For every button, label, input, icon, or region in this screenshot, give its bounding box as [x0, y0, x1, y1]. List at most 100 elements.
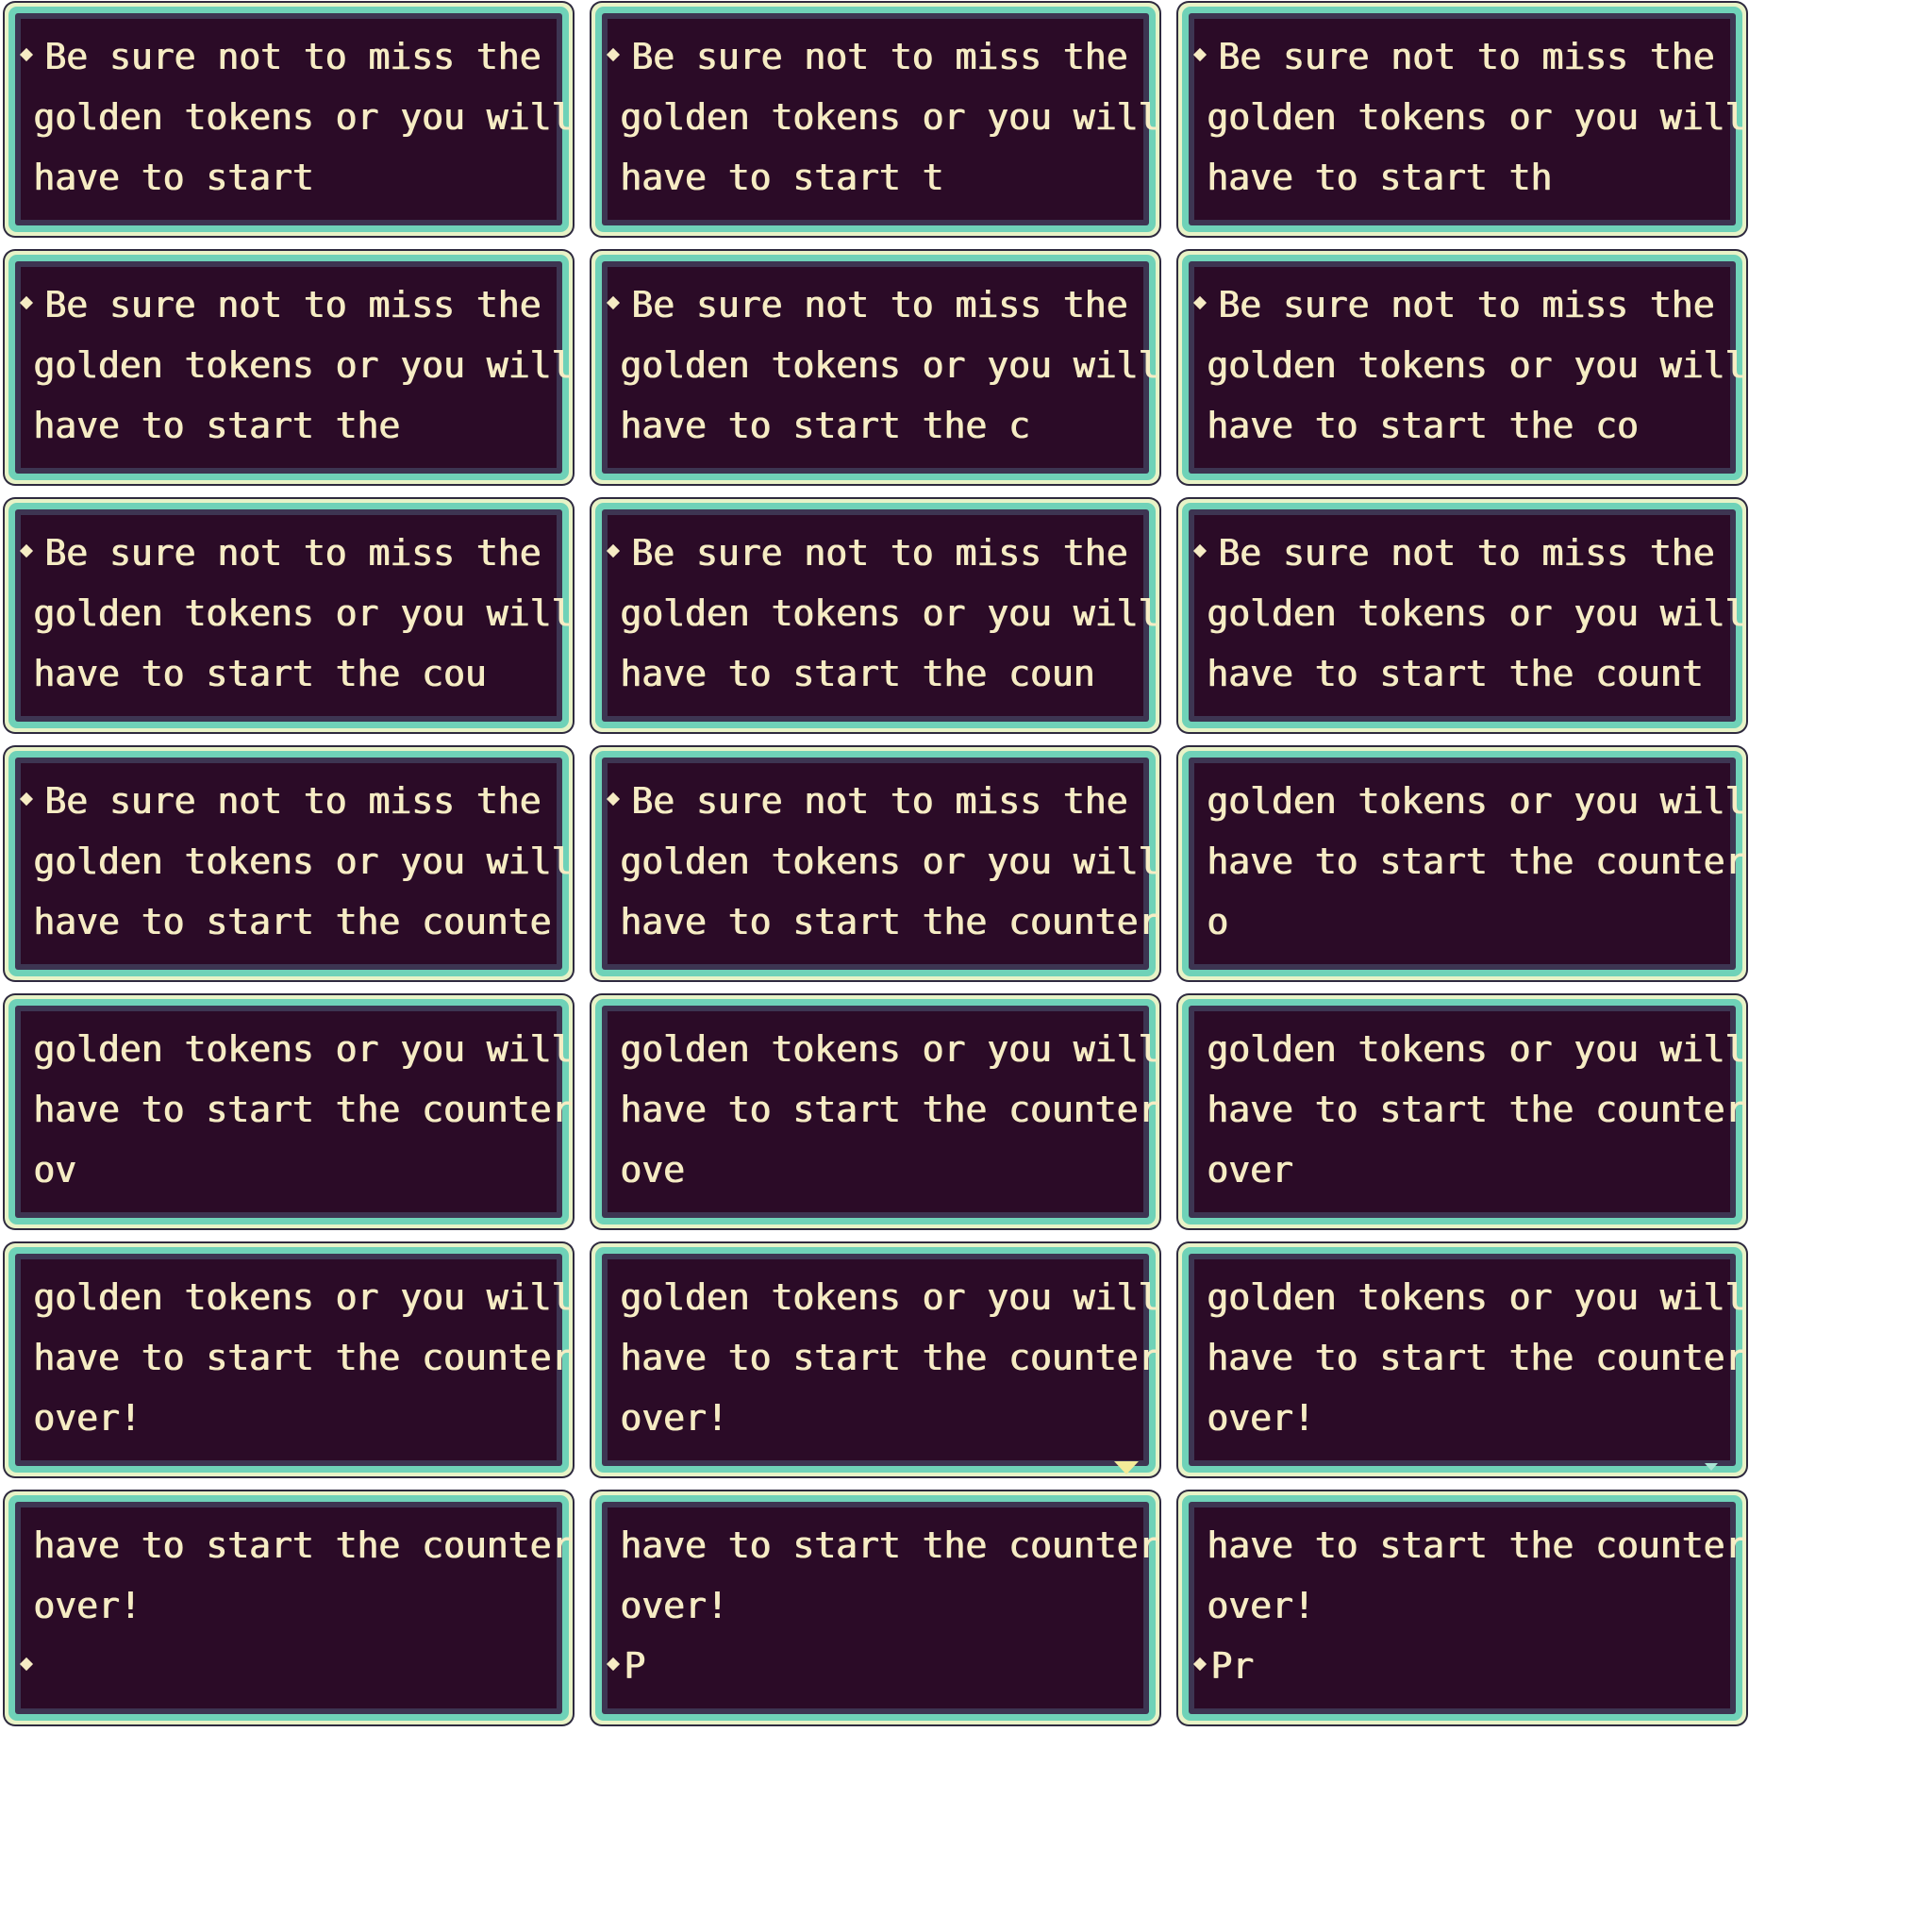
dialogue-text: golden tokens or you will	[620, 1028, 1159, 1070]
dialogue-text: have to start the coun	[620, 653, 1095, 694]
dialogue-text: Be sure not to miss the	[44, 780, 541, 822]
dialogue-text: golden tokens or you will	[620, 841, 1159, 882]
dialogue-box: have to start the counter over!	[5, 1491, 573, 1724]
dialogue-text: golden tokens or you will	[1207, 780, 1746, 822]
dialogue-text: golden tokens or you will	[33, 96, 573, 138]
dialogue-text: golden tokens or you will	[1207, 96, 1746, 138]
dialogue-line-1: Be sure not to miss the	[1192, 284, 1715, 325]
dialogue-box: golden tokens or you will have to start t…	[591, 1243, 1159, 1476]
dialogue-line-2: golden tokens or you will	[620, 595, 1159, 631]
dialogue-box: Be sure not to miss the golden tokens or …	[591, 251, 1159, 484]
dialogue-frame-sheet: Be sure not to miss the golden tokens or …	[0, 0, 1746, 1724]
dialogue-line-1: Be sure not to miss the	[19, 535, 541, 571]
dialogue-line-2: golden tokens or you will	[620, 347, 1159, 383]
dialogue-line-2: golden tokens or you will	[620, 99, 1159, 135]
dialogue-text: over!	[33, 1397, 142, 1439]
diamond-bullet-icon	[19, 47, 34, 61]
dialogue-box: have to start the counter over! P	[591, 1491, 1159, 1724]
dialogue-text: have to start the cou	[33, 653, 487, 694]
dialogue-line-1: golden tokens or you will	[620, 1031, 1159, 1067]
dialogue-line-2: have to start the counter	[1207, 843, 1746, 879]
diamond-bullet-icon	[1192, 295, 1208, 309]
dialogue-text: have to start	[33, 157, 314, 198]
dialogue-text: golden tokens or you will	[33, 1028, 573, 1070]
dialogue-line-2: golden tokens or you will	[33, 347, 573, 383]
dialogue-text: have to start the counter	[33, 1524, 573, 1566]
dialogue-line-1: Be sure not to miss the	[19, 36, 541, 77]
dialogue-text: Be sure not to miss the	[44, 36, 541, 77]
dialogue-text: golden tokens or you will	[1207, 1276, 1746, 1318]
dialogue-text: golden tokens or you will	[1207, 592, 1746, 634]
dialogue-box: golden tokens or you will have to start t…	[591, 995, 1159, 1228]
dialogue-line-1: Be sure not to miss the	[1192, 36, 1715, 77]
dialogue-line-1: Be sure not to miss the	[606, 532, 1128, 574]
dialogue-text: have to start the c	[620, 405, 1030, 446]
dialogue-text: golden tokens or you will	[620, 344, 1159, 386]
dialogue-line-1: golden tokens or you will	[1207, 1279, 1746, 1315]
dialogue-text: Be sure not to miss the	[1218, 36, 1715, 77]
dialogue-line-3: have to start the c	[620, 408, 1030, 443]
dialogue-line-3: o	[1207, 904, 1228, 940]
dialogue-line-3: over!	[1207, 1400, 1314, 1436]
dialogue-line-1: golden tokens or you will	[1207, 1031, 1746, 1067]
dialogue-line-3: have to start the cou	[33, 656, 486, 691]
advance-arrow-icon[interactable]	[1705, 1463, 1718, 1471]
dialogue-text: have to start th	[1207, 157, 1553, 198]
dialogue-line-2: have to start the counter	[33, 1091, 573, 1127]
diamond-bullet-icon	[19, 295, 34, 309]
dialogue-box: Be sure not to miss the golden tokens or …	[5, 499, 573, 732]
diamond-bullet-icon	[1192, 47, 1208, 61]
dialogue-text: golden tokens or you will	[620, 1276, 1159, 1318]
dialogue-text: Be sure not to miss the	[631, 532, 1128, 574]
dialogue-line-3: have to start the counter	[620, 904, 1159, 940]
dialogue-line-3: have to start the co	[1207, 408, 1639, 443]
dialogue-text: over!	[620, 1397, 728, 1439]
dialogue-line-2: over!	[1207, 1588, 1314, 1624]
dialogue-line-2: have to start the counter	[1207, 1340, 1746, 1375]
dialogue-text: Be sure not to miss the	[44, 284, 541, 325]
dialogue-line-2: golden tokens or you will	[1207, 99, 1746, 135]
diamond-bullet-icon	[606, 791, 621, 806]
dialogue-text: have to start the counter	[1207, 1524, 1746, 1566]
dialogue-line-2: golden tokens or you will	[620, 843, 1159, 879]
dialogue-text: golden tokens or you will	[33, 841, 573, 882]
dialogue-box: Be sure not to miss the golden tokens or …	[1178, 3, 1746, 236]
dialogue-box: Be sure not to miss the golden tokens or …	[1178, 251, 1746, 484]
dialogue-line-3: have to start	[33, 159, 313, 195]
dialogue-line-2: over!	[33, 1588, 141, 1624]
dialogue-line-3: ov	[33, 1152, 76, 1188]
diamond-bullet-icon	[606, 47, 621, 61]
dialogue-text: o	[1207, 901, 1228, 942]
dialogue-box: golden tokens or you will have to start t…	[1178, 995, 1746, 1228]
dialogue-line-3: have to start the counte	[33, 904, 551, 940]
dialogue-line-3	[19, 1648, 37, 1684]
dialogue-box: golden tokens or you will have to start t…	[5, 995, 573, 1228]
dialogue-text: have to start the counter	[620, 901, 1159, 942]
dialogue-line-2: golden tokens or you will	[33, 595, 573, 631]
dialogue-text: golden tokens or you will	[1207, 1028, 1746, 1070]
dialogue-box: Be sure not to miss the golden tokens or …	[591, 747, 1159, 980]
dialogue-text: over	[1207, 1149, 1293, 1191]
dialogue-line-3: have to start th	[1207, 159, 1552, 195]
dialogue-line-1: have to start the counter	[33, 1527, 573, 1563]
dialogue-text: have to start the	[33, 405, 400, 446]
dialogue-text: have to start the counter	[1207, 1337, 1746, 1378]
dialogue-line-1: Be sure not to miss the	[1192, 535, 1714, 571]
dialogue-text: have to start the counter	[33, 1089, 573, 1130]
dialogue-text: Be sure not to miss the	[1218, 284, 1715, 325]
diamond-bullet-icon	[606, 543, 621, 558]
dialogue-text: have to start the counter	[1207, 1089, 1746, 1130]
diamond-bullet-icon	[19, 543, 34, 558]
dialogue-line-2: have to start the counter	[1207, 1091, 1746, 1127]
dialogue-box: Be sure not to miss the golden tokens or …	[591, 499, 1159, 732]
dialogue-line-2: have to start the counter	[620, 1091, 1159, 1127]
advance-arrow-icon[interactable]	[1114, 1461, 1139, 1474]
dialogue-line-2: golden tokens or you will	[33, 843, 573, 879]
dialogue-box: Be sure not to miss the golden tokens or …	[591, 3, 1159, 236]
dialogue-line-1: Be sure not to miss the	[606, 287, 1127, 323]
dialogue-box: Be sure not to miss the golden tokens or …	[5, 251, 573, 484]
dialogue-text: Pr	[1210, 1645, 1254, 1687]
dialogue-line-2: golden tokens or you will	[33, 99, 573, 135]
dialogue-line-3: have to start the count	[1207, 656, 1703, 691]
diamond-bullet-icon	[1192, 543, 1208, 558]
